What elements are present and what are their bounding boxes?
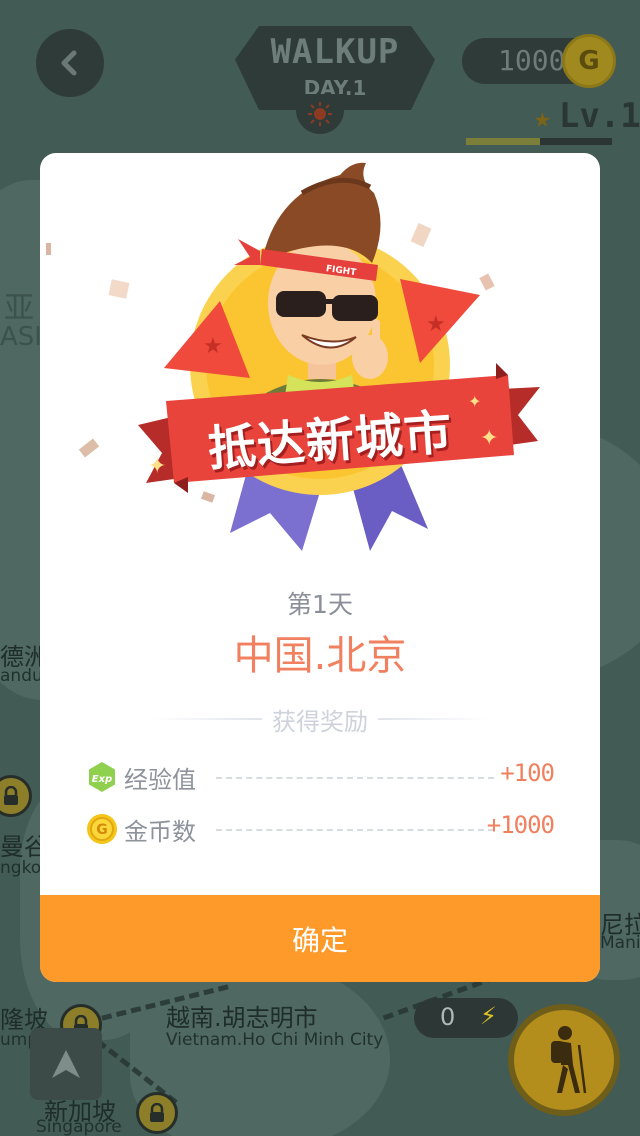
app-title: WALKUP xyxy=(270,32,400,72)
level-progress-fill xyxy=(466,138,541,145)
coin-balance[interactable]: 1000 G xyxy=(462,34,616,88)
svg-text:★: ★ xyxy=(203,334,223,359)
hiker-icon xyxy=(551,1026,587,1094)
arrival-illustration: ★ ★ FIGHT ✦ ✦ ✦ xyxy=(46,162,540,551)
svg-text:✦: ✦ xyxy=(148,454,166,479)
navigation-arrow-icon xyxy=(52,1050,80,1078)
svg-text:G: G xyxy=(96,822,108,838)
svg-text:✦: ✦ xyxy=(480,426,498,451)
reward-amount: +1000 xyxy=(486,811,555,839)
coin-count: 1000 xyxy=(498,44,566,77)
level-label: Lv.1 xyxy=(558,96,640,136)
city-name: 中国.北京 xyxy=(233,633,407,679)
star-icon: ★ xyxy=(534,101,551,134)
reward-row-exp: Exp 经验值 +100 xyxy=(86,759,555,795)
reward-amount: +100 xyxy=(500,759,555,787)
energy-value: 0 xyxy=(440,1003,456,1031)
reward-section-title: 获得奖励 xyxy=(40,703,600,736)
confirm-button[interactable]: 确定 xyxy=(40,895,600,982)
reward-name: 经验值 xyxy=(124,766,196,794)
arrival-dialog: ★ ★ FIGHT ✦ ✦ ✦ 抵达新城市 第1天 中国.北京 获得奖励 Exp… xyxy=(40,153,600,982)
locate-button[interactable] xyxy=(30,1028,102,1100)
chevron-left-icon xyxy=(61,50,77,76)
day-label: 第1天 xyxy=(287,590,353,619)
level-progress-bar xyxy=(466,138,612,145)
divider xyxy=(152,718,262,720)
energy-counter[interactable]: 0 ⚡ xyxy=(414,998,518,1038)
level-indicator: ★ Lv.1 xyxy=(534,96,640,136)
reward-name: 金币数 xyxy=(124,818,196,846)
sun-icon xyxy=(308,102,332,126)
svg-text:Exp: Exp xyxy=(92,774,112,785)
gold-coin-icon: G xyxy=(562,34,616,88)
reward-title-text: 获得奖励 xyxy=(272,707,368,736)
walk-button[interactable] xyxy=(508,1004,620,1116)
dashed-leader xyxy=(216,829,494,831)
lightning-icon: ⚡ xyxy=(480,1002,497,1030)
dashed-leader xyxy=(216,777,494,779)
svg-text:★: ★ xyxy=(426,312,446,337)
reward-row-coins: G 金币数 +1000 xyxy=(86,811,555,847)
exp-icon: Exp xyxy=(89,762,115,792)
gold-coin-icon: G xyxy=(87,814,117,844)
divider xyxy=(378,718,488,720)
back-button[interactable] xyxy=(36,29,104,97)
